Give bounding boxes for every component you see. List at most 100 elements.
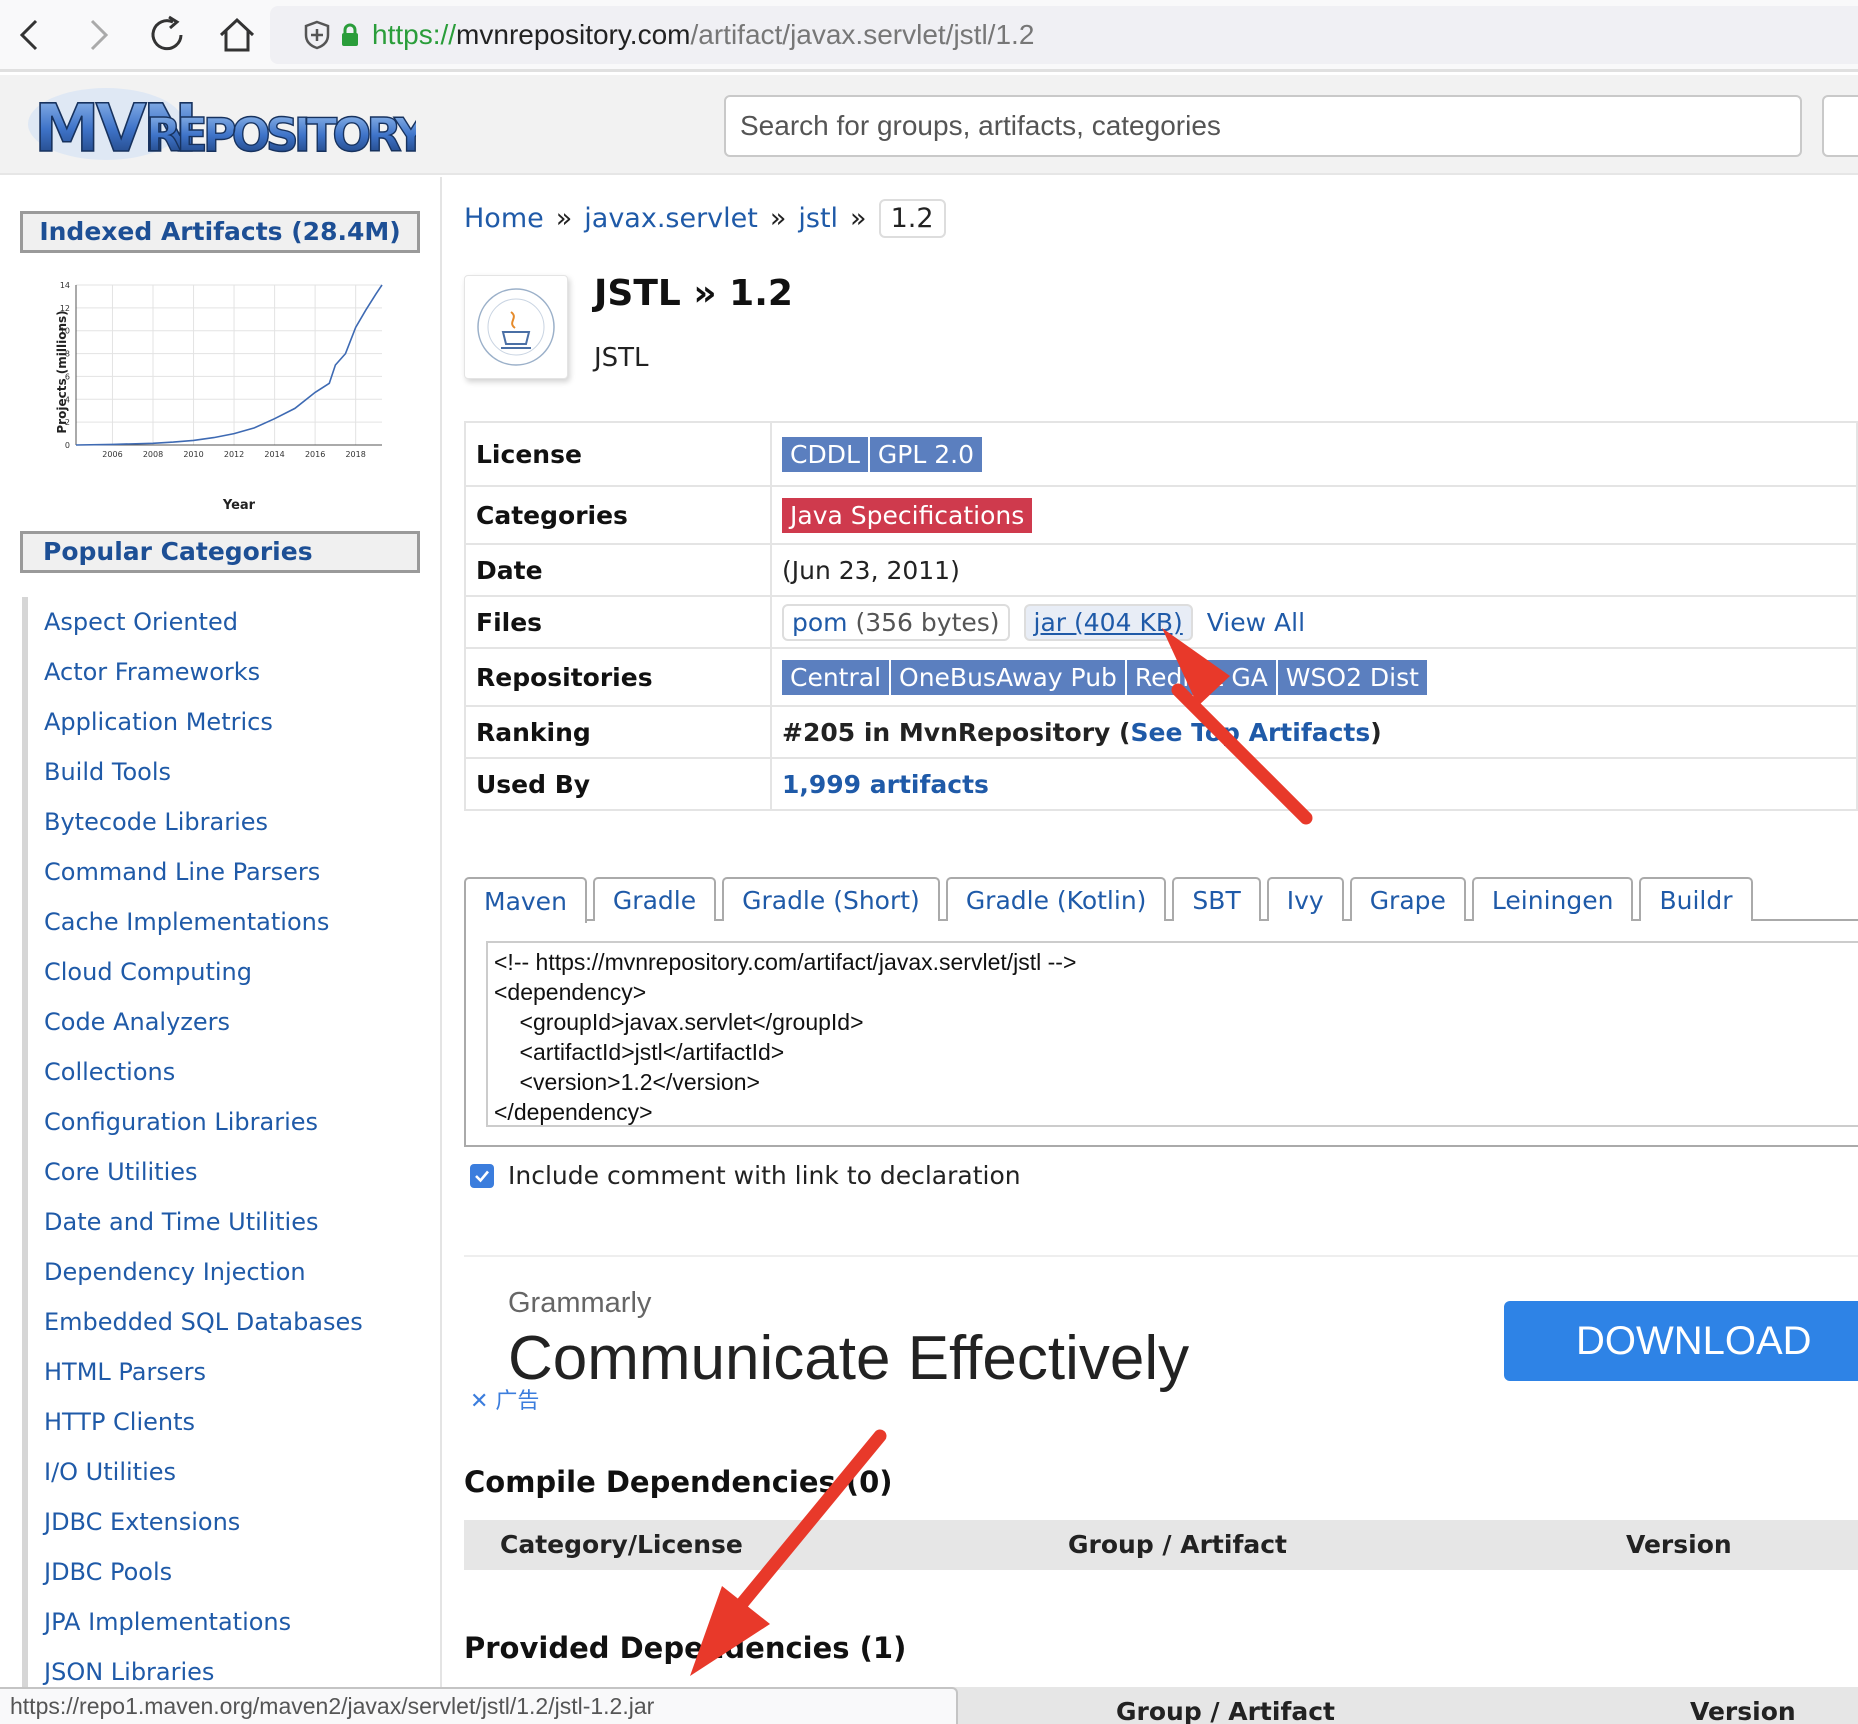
sidebar-category-link[interactable]: Bytecode Libraries: [22, 797, 432, 847]
sidebar-category-link[interactable]: Application Metrics: [22, 697, 432, 747]
forward-icon[interactable]: [76, 12, 122, 58]
sidebar-category-link[interactable]: Build Tools: [22, 747, 432, 797]
used-by-link[interactable]: 1,999 artifacts: [782, 770, 989, 799]
tab-buildr[interactable]: Buildr: [1639, 877, 1753, 921]
info-value: CDDL GPL 2.0: [770, 421, 1858, 487]
pom-name: pom: [792, 607, 848, 637]
mvnrepository-logo[interactable]: MVN REPOSITORY: [26, 85, 434, 168]
sidebar-category-link[interactable]: Cache Implementations: [22, 897, 432, 947]
browser-toolbar: https:// mvnrepository.com /artifact/jav…: [0, 0, 1858, 72]
sidebar-category-link[interactable]: Command Line Parsers: [22, 847, 432, 897]
y-tick-label: 14: [60, 281, 70, 290]
link-status-bar: https://repo1.maven.org/maven2/javax/ser…: [0, 1687, 958, 1724]
info-value: (Jun 23, 2011): [770, 543, 1858, 597]
info-row-repositories: Repositories Central OneBusAway Pub Redhat…: [464, 647, 1858, 707]
jar-file-link[interactable]: jar (404 KB): [1023, 603, 1193, 641]
sidebar-category-link[interactable]: HTML Parsers: [22, 1347, 432, 1397]
sidebar-category-link[interactable]: Dependency Injection: [22, 1247, 432, 1297]
x-tick-label: 2018: [345, 450, 365, 459]
info-value: #205 in MvnRepository (See Top Artifacts…: [770, 705, 1858, 759]
lock-icon[interactable]: [340, 23, 360, 47]
category-tag[interactable]: Java Specifications: [782, 497, 1033, 533]
y-tick-label: 0: [65, 441, 70, 450]
repository-tag[interactable]: Central: [782, 659, 890, 695]
sidebar-category-link[interactable]: Embedded SQL Databases: [22, 1297, 432, 1347]
repository-tag[interactable]: WSO2 Dist: [1277, 659, 1427, 695]
reload-icon[interactable]: [144, 12, 190, 58]
back-icon[interactable]: [6, 12, 52, 58]
info-row-categories: Categories Java Specifications: [464, 485, 1858, 545]
info-key: License: [464, 421, 772, 487]
tab-gradle[interactable]: Gradle: [592, 877, 717, 921]
url-host: mvnrepository.com: [456, 19, 691, 50]
column-header: Category/License: [500, 1530, 743, 1559]
pom-file-link[interactable]: pom (356 bytes): [782, 603, 1010, 641]
url-path: /artifact/javax.servlet/jstl/1.2: [690, 19, 1035, 50]
site-header: MVN REPOSITORY: [0, 75, 1858, 175]
sidebar-category-link[interactable]: JDBC Extensions: [22, 1497, 432, 1547]
tab-gradle-short[interactable]: Gradle (Short): [722, 877, 940, 921]
x-tick-label: 2010: [183, 450, 203, 459]
tab-sbt[interactable]: SBT: [1172, 877, 1261, 921]
search-button[interactable]: [1822, 95, 1858, 157]
provided-dependencies-title: Provided Dependencies (1): [464, 1631, 907, 1665]
info-row-ranking: Ranking #205 in MvnRepository (See Top A…: [464, 705, 1858, 759]
tab-grape[interactable]: Grape: [1349, 877, 1466, 921]
x-tick-label: 2008: [143, 450, 163, 459]
repository-tag[interactable]: OneBusAway Pub: [891, 659, 1125, 695]
page-title: JSTL » 1.2: [594, 273, 793, 314]
breadcrumb-group[interactable]: javax.servlet: [584, 203, 758, 234]
url-scheme: https://: [372, 19, 457, 50]
license-tag[interactable]: CDDL: [782, 436, 868, 472]
checkbox-checked-icon[interactable]: [470, 1163, 494, 1188]
see-top-artifacts-link[interactable]: See Top Artifacts: [1131, 718, 1371, 747]
ad-headline: Communicate Effectively: [508, 1324, 1190, 1393]
indexed-artifacts-title: Indexed Artifacts (28.4M): [20, 211, 420, 253]
view-all-files-link[interactable]: View All: [1207, 608, 1305, 637]
sidebar: Indexed Artifacts (28.4M) 0 2 4 6 8 10 12 14 200…: [0, 177, 442, 1697]
sidebar-category-link[interactable]: Cloud Computing: [22, 947, 432, 997]
artifact-info-table: License CDDL GPL 2.0 Categories Java Spec…: [464, 421, 1858, 811]
tab-gradle-kotlin[interactable]: Gradle (Kotlin): [945, 877, 1167, 921]
repository-tag[interactable]: Redhat GA: [1126, 659, 1276, 695]
sidebar-category-link[interactable]: Collections: [22, 1047, 432, 1097]
ad-download-button[interactable]: DOWNLOAD: [1504, 1301, 1858, 1381]
popular-categories-title: Popular Categories: [20, 531, 420, 573]
sidebar-category-link[interactable]: Configuration Libraries: [22, 1097, 432, 1147]
sidebar-category-link[interactable]: Date and Time Utilities: [22, 1197, 432, 1247]
column-header: Group / Artifact: [1068, 1530, 1287, 1559]
ad-banner[interactable]: Grammarly Communicate Effectively DOWNLO…: [464, 1255, 1858, 1414]
tab-leiningen[interactable]: Leiningen: [1471, 877, 1634, 921]
info-row-used-by: Used By 1,999 artifacts: [464, 757, 1858, 811]
compile-dependencies-title: Compile Dependencies (0): [464, 1465, 893, 1499]
include-comment-option[interactable]: Include comment with link to declaration: [470, 1161, 1021, 1190]
svg-text:REPOSITORY: REPOSITORY: [146, 108, 416, 162]
breadcrumb-artifact[interactable]: jstl: [798, 203, 838, 234]
sidebar-category-link[interactable]: Actor Frameworks: [22, 647, 432, 697]
dependency-snippet[interactable]: <!-- https://mvnrepository.com/artifact/…: [486, 941, 1858, 1127]
breadcrumb-home[interactable]: Home: [464, 203, 544, 234]
column-header: Version: [1626, 1530, 1732, 1559]
sidebar-category-link[interactable]: Core Utilities: [22, 1147, 432, 1197]
info-key: Date: [464, 543, 772, 597]
chart-xlabel: Year: [222, 498, 256, 513]
license-tag[interactable]: GPL 2.0: [869, 436, 982, 472]
address-bar[interactable]: https:// mvnrepository.com /artifact/jav…: [270, 6, 1858, 64]
home-icon[interactable]: [214, 12, 260, 58]
tab-maven[interactable]: Maven: [464, 877, 587, 923]
sidebar-category-link[interactable]: Aspect Oriented: [22, 597, 432, 647]
search-input[interactable]: [724, 95, 1802, 157]
shield-icon[interactable]: [304, 20, 330, 50]
sidebar-category-link[interactable]: JDBC Pools: [22, 1547, 432, 1597]
sidebar-category-link[interactable]: Code Analyzers: [22, 997, 432, 1047]
breadcrumb-separator: »: [769, 203, 787, 234]
info-value: 1,999 artifacts: [770, 757, 1858, 811]
ad-close-icon[interactable]: ✕ 广告: [470, 1383, 539, 1415]
info-key: Categories: [464, 485, 772, 545]
sidebar-category-link[interactable]: HTTP Clients: [22, 1397, 432, 1447]
tab-ivy[interactable]: Ivy: [1266, 877, 1344, 921]
sidebar-category-link[interactable]: I/O Utilities: [22, 1447, 432, 1497]
info-key: Ranking: [464, 705, 772, 759]
breadcrumb-separator: »: [850, 203, 867, 234]
sidebar-category-link[interactable]: JPA Implementations: [22, 1597, 432, 1647]
